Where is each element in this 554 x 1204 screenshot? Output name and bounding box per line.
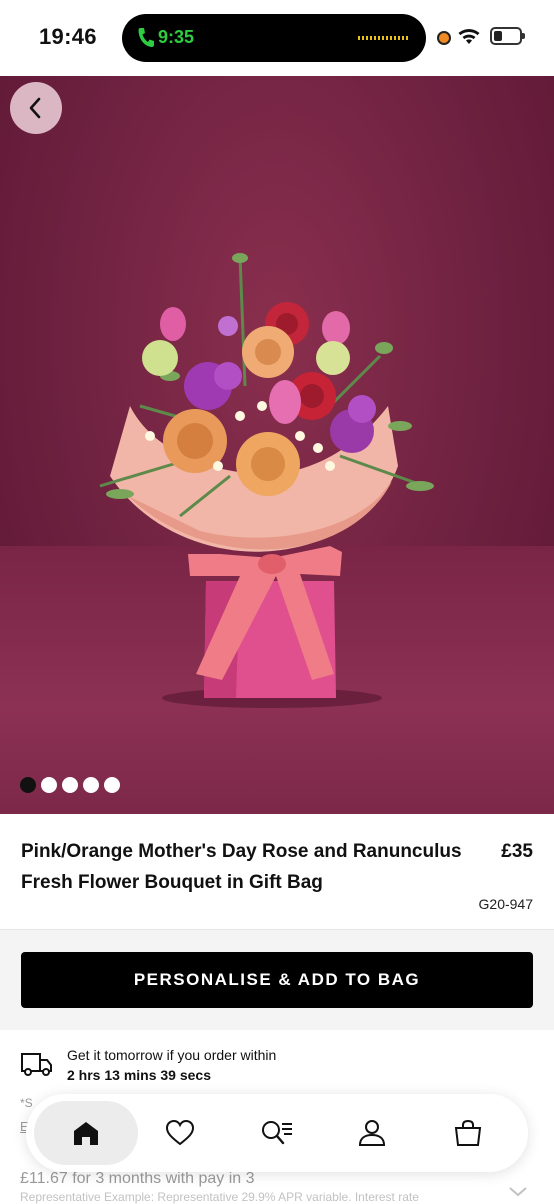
cta-section: PERSONALISE & ADD TO BAG: [0, 930, 554, 1030]
status-bar: 19:46 9:35: [0, 0, 554, 76]
carousel-dot[interactable]: [104, 777, 120, 793]
personalise-add-to-bag-button[interactable]: PERSONALISE & ADD TO BAG: [21, 952, 533, 1008]
tab-favourites[interactable]: [148, 1101, 212, 1165]
home-icon: [74, 1122, 98, 1145]
tab-home[interactable]: [34, 1101, 138, 1165]
call-duration: 9:35: [158, 27, 195, 47]
delivery-footnote: *S: [20, 1096, 33, 1110]
chevron-down-icon[interactable]: [508, 1186, 528, 1198]
delivery-countdown: 2 hrs 13 mins 39 secs: [67, 1067, 211, 1083]
pay-in-3-representative-example: Representative Example: Representative 2…: [20, 1190, 419, 1204]
back-button[interactable]: [10, 82, 62, 134]
bottom-tab-bar: [26, 1094, 528, 1172]
product-image-carousel[interactable]: [0, 76, 554, 814]
battery-level: [494, 31, 502, 41]
carousel-dot[interactable]: [62, 777, 78, 793]
phone-icon: [138, 28, 154, 47]
recording-indicator-icon: [437, 31, 451, 45]
delivery-message: Get it tomorrow if you order within: [67, 1047, 277, 1063]
tab-search[interactable]: [245, 1101, 309, 1165]
flower-bouquet-image: [99, 253, 434, 708]
carousel-indicator[interactable]: [20, 777, 120, 793]
account-icon: [358, 1120, 386, 1146]
product-price: £35: [501, 841, 533, 862]
tab-account[interactable]: [340, 1101, 404, 1165]
search-list-icon: [262, 1121, 292, 1145]
heart-icon: [165, 1119, 195, 1146]
bag-icon: [454, 1119, 482, 1146]
product-info: Pink/Orange Mother's Day Rose and Ranunc…: [0, 814, 554, 930]
battery-icon: [490, 27, 525, 45]
wifi-icon: [458, 29, 480, 44]
pay-in-3-headline[interactable]: £11.67 for 3 months with pay in 3: [20, 1170, 255, 1188]
carousel-dot[interactable]: [41, 777, 57, 793]
tab-bag[interactable]: [436, 1101, 500, 1165]
audio-wave-icon: [358, 36, 408, 40]
active-call-pill[interactable]: 9:35: [122, 14, 426, 62]
product-title: Pink/Orange Mother's Day Rose and Ranunc…: [21, 841, 462, 893]
carousel-dot[interactable]: [83, 777, 99, 793]
delivery-truck-icon: [21, 1053, 52, 1076]
status-time: 19:46: [39, 24, 97, 49]
product-code: G20-947: [478, 896, 533, 912]
carousel-dot[interactable]: [20, 777, 36, 793]
chevron-left-icon: [29, 97, 41, 119]
